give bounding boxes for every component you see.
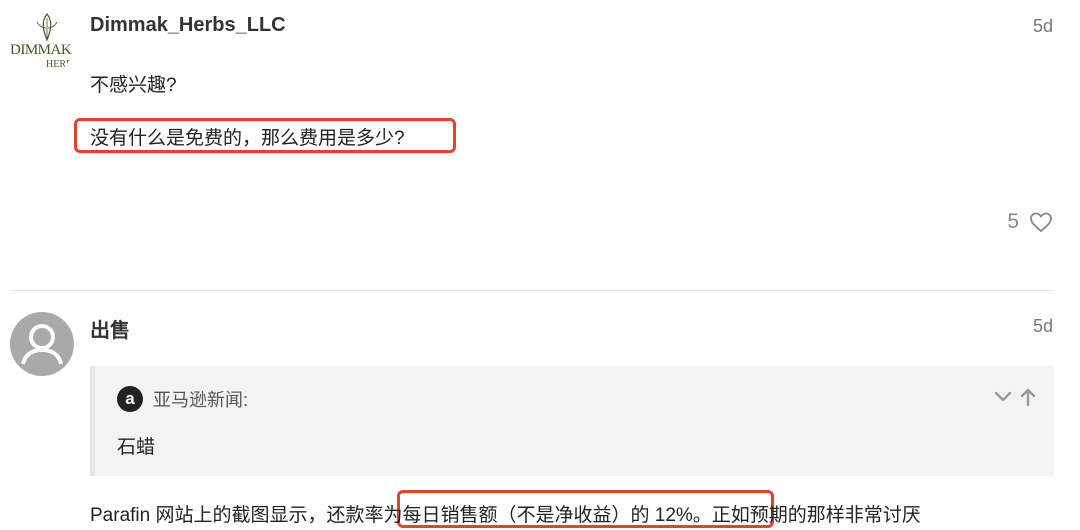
avatar-logo-subtext: HERB — [46, 59, 73, 70]
quote-header: a 亚马逊新闻: — [117, 386, 248, 412]
like-button[interactable]: 5 — [1007, 210, 1053, 234]
avatar[interactable]: DIMMAK HERB — [10, 12, 74, 76]
avatar-logo-text: DIMMAK — [10, 42, 72, 58]
post-text-line-2: 没有什么是免费的，那么费用是多少? — [90, 128, 405, 149]
arrow-up-icon[interactable] — [1020, 388, 1036, 406]
quote-body: 石蜡 — [117, 437, 156, 458]
post-date[interactable]: 5d — [1033, 16, 1053, 37]
post-username[interactable]: 出售 — [90, 314, 130, 343]
post-text-line-1: 不感兴趣? — [90, 75, 177, 96]
quote-controls — [994, 388, 1036, 406]
heart-icon — [1030, 212, 1052, 233]
post-divider — [11, 290, 1053, 291]
post-text: Parafin 网站上的截图显示，还款率为每日销售额（不是净收益）的 12%。正… — [90, 505, 921, 526]
chevron-down-icon[interactable] — [994, 391, 1012, 403]
quote-author-avatar[interactable]: a — [117, 386, 143, 412]
avatar[interactable] — [10, 312, 74, 376]
leaf-icon — [36, 13, 58, 42]
post-username[interactable]: Dimmak_Herbs_LLC — [90, 14, 286, 37]
quote-block: a 亚马逊新闻: 石蜡 — [90, 366, 1054, 476]
quote-author[interactable]: 亚马逊新闻: — [153, 386, 248, 412]
post-date[interactable]: 5d — [1033, 316, 1053, 337]
like-count: 5 — [1007, 210, 1019, 233]
user-avatar-icon — [21, 324, 63, 365]
